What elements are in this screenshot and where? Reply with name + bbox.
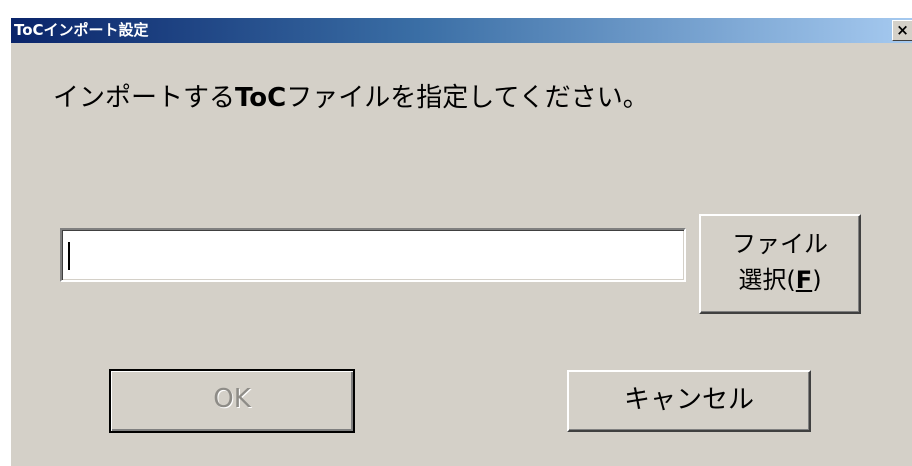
import-toc-dialog: ToCインポート設定 × インポートするToCファイルを指定してください。 ファ… xyxy=(10,18,912,466)
cancel-button[interactable]: キャンセル xyxy=(567,370,811,432)
text-caret xyxy=(68,242,70,270)
window-title: ToCインポート設定 xyxy=(14,21,149,39)
instruction-text-part1: インポートする xyxy=(53,83,236,113)
select-file-label-close: ) xyxy=(812,266,822,294)
close-icon: × xyxy=(896,21,909,39)
select-file-label-text: 選択( xyxy=(738,266,796,294)
file-path-input[interactable] xyxy=(60,228,686,282)
close-button[interactable]: × xyxy=(892,20,912,41)
instruction-text-toc: ToC xyxy=(235,83,287,113)
instruction-text: インポートするToCファイルを指定してください。 xyxy=(53,78,649,118)
title-bar[interactable]: ToCインポート設定 × xyxy=(11,18,912,43)
select-file-accelerator: F xyxy=(795,266,813,294)
ok-button[interactable]: OK xyxy=(109,369,355,433)
select-file-label-line2: 選択(F) xyxy=(701,262,859,298)
instruction-text-part2: ファイルを指定してください。 xyxy=(286,83,649,113)
select-file-button[interactable]: ファイル 選択(F) xyxy=(699,214,861,314)
select-file-label-line1: ファイル xyxy=(732,230,828,258)
